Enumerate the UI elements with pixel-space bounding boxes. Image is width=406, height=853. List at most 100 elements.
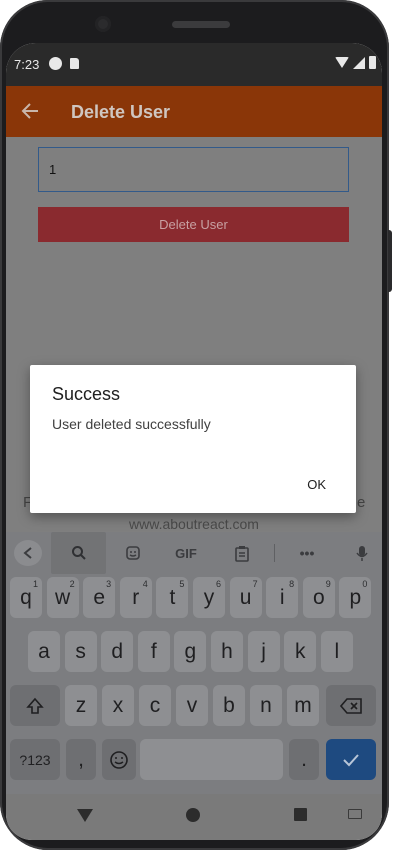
key-label: q (20, 585, 32, 609)
nav-back-icon[interactable] (77, 809, 93, 822)
status-time: 7:23 (14, 57, 40, 72)
key-y[interactable]: y6 (193, 577, 225, 618)
system-navigation-bar (6, 794, 382, 840)
space-bar[interactable] (140, 739, 283, 780)
key-hint: 7 (252, 579, 258, 589)
emoji-icon (110, 750, 128, 769)
key-label: s (75, 639, 86, 663)
symbols-key[interactable]: ?123 (10, 739, 60, 780)
dialog-message: User deleted successfully (52, 416, 211, 432)
key-l[interactable]: l (320, 631, 353, 672)
key-hint: 1 (32, 579, 38, 589)
key-label: o (312, 585, 325, 609)
key-i[interactable]: i8 (266, 577, 299, 618)
key-hint: 8 (289, 579, 295, 589)
key-j[interactable]: j (247, 631, 280, 672)
key-hint: 6 (215, 579, 221, 589)
backspace-icon (340, 697, 362, 714)
key-h[interactable]: h (211, 631, 243, 672)
key-a[interactable]: a (28, 631, 60, 672)
key-label: j (261, 639, 266, 663)
delete-user-button[interactable]: Delete User (38, 207, 349, 242)
key-label: f (150, 639, 157, 663)
shift-key[interactable] (10, 685, 60, 726)
keyboard-switch-icon[interactable] (348, 809, 362, 819)
key-p[interactable]: p0 (339, 577, 372, 618)
gif-button[interactable]: GIF (171, 540, 201, 566)
key-x[interactable]: x (102, 685, 134, 726)
key-hint: 0 (362, 579, 368, 589)
nav-home-icon[interactable] (186, 808, 200, 822)
dialog-ok-button[interactable]: OK (301, 473, 332, 496)
key-label: x (112, 693, 124, 717)
battery-icon (369, 56, 376, 69)
sd-card-icon (70, 58, 79, 69)
soft-keyboard: GIF ••• q1w2e3r4t5y6u7i8o9p0 asdfghjkl z… (6, 532, 382, 794)
clipboard-icon[interactable] (231, 540, 253, 566)
search-icon[interactable] (51, 532, 106, 574)
side-button[interactable] (388, 230, 392, 292)
key-s[interactable]: s (64, 631, 97, 672)
key-hint: 4 (142, 579, 148, 589)
page-title: Delete User (71, 102, 171, 122)
key-t[interactable]: t5 (156, 577, 189, 618)
back-arrow-icon[interactable] (20, 100, 40, 122)
shift-icon (26, 697, 44, 714)
app-bar: Delete User (6, 86, 382, 137)
user-id-input[interactable]: 1 (38, 147, 349, 192)
key-d[interactable]: d (101, 631, 134, 672)
key-label: y (203, 585, 215, 609)
checkmark-icon (343, 753, 359, 766)
comma-key[interactable]: , (66, 739, 96, 780)
enter-key[interactable] (326, 739, 376, 780)
phone-frame: 7:23 Delete User 1 Delete User F e www.a… (0, 0, 389, 850)
key-label: l (334, 639, 340, 663)
signal-icon (353, 56, 365, 69)
key-v[interactable]: v (176, 685, 208, 726)
keyboard-toolbar: GIF ••• (6, 532, 382, 574)
key-hint: 9 (325, 579, 331, 589)
key-label: g (184, 639, 197, 663)
key-q[interactable]: q1 (10, 577, 42, 618)
more-options-icon[interactable]: ••• (296, 540, 318, 566)
key-label: a (38, 639, 50, 663)
key-k[interactable]: k (284, 631, 317, 672)
key-label: z (75, 693, 87, 717)
key-w[interactable]: w2 (46, 577, 79, 618)
sticker-icon[interactable] (122, 540, 144, 566)
front-camera-icon (95, 16, 111, 32)
key-hint: 5 (179, 579, 185, 589)
key-label: c (149, 693, 161, 717)
key-b[interactable]: b (213, 685, 245, 726)
backspace-key[interactable] (326, 685, 376, 726)
key-g[interactable]: g (174, 631, 207, 672)
key-u[interactable]: u7 (229, 577, 262, 618)
key-label: u (239, 585, 252, 609)
key-label: r (132, 585, 140, 609)
status-bar: 7:23 (6, 43, 382, 86)
key-c[interactable]: c (139, 685, 171, 726)
key-label: k (294, 639, 306, 663)
key-hint: 3 (106, 579, 112, 589)
key-label: w (55, 585, 71, 609)
key-n[interactable]: n (250, 685, 282, 726)
key-z[interactable]: z (65, 685, 97, 726)
toolbar-divider (274, 544, 275, 562)
nav-recents-icon[interactable] (294, 808, 307, 821)
key-f[interactable]: f (137, 631, 170, 672)
emoji-key[interactable] (102, 739, 136, 780)
notification-p-icon (49, 57, 62, 70)
microphone-icon[interactable] (351, 540, 373, 566)
footer-text-right: e (357, 494, 366, 511)
key-label: h (221, 639, 233, 663)
key-e[interactable]: e3 (83, 577, 116, 618)
key-label: d (111, 639, 124, 663)
key-label: p (349, 585, 362, 609)
toolbar-back-icon[interactable] (14, 540, 42, 566)
key-m[interactable]: m (287, 685, 319, 726)
key-o[interactable]: o9 (302, 577, 335, 618)
period-key[interactable]: . (289, 739, 319, 780)
key-label: n (260, 693, 272, 717)
key-hint: 2 (69, 579, 75, 589)
key-r[interactable]: r4 (119, 577, 152, 618)
